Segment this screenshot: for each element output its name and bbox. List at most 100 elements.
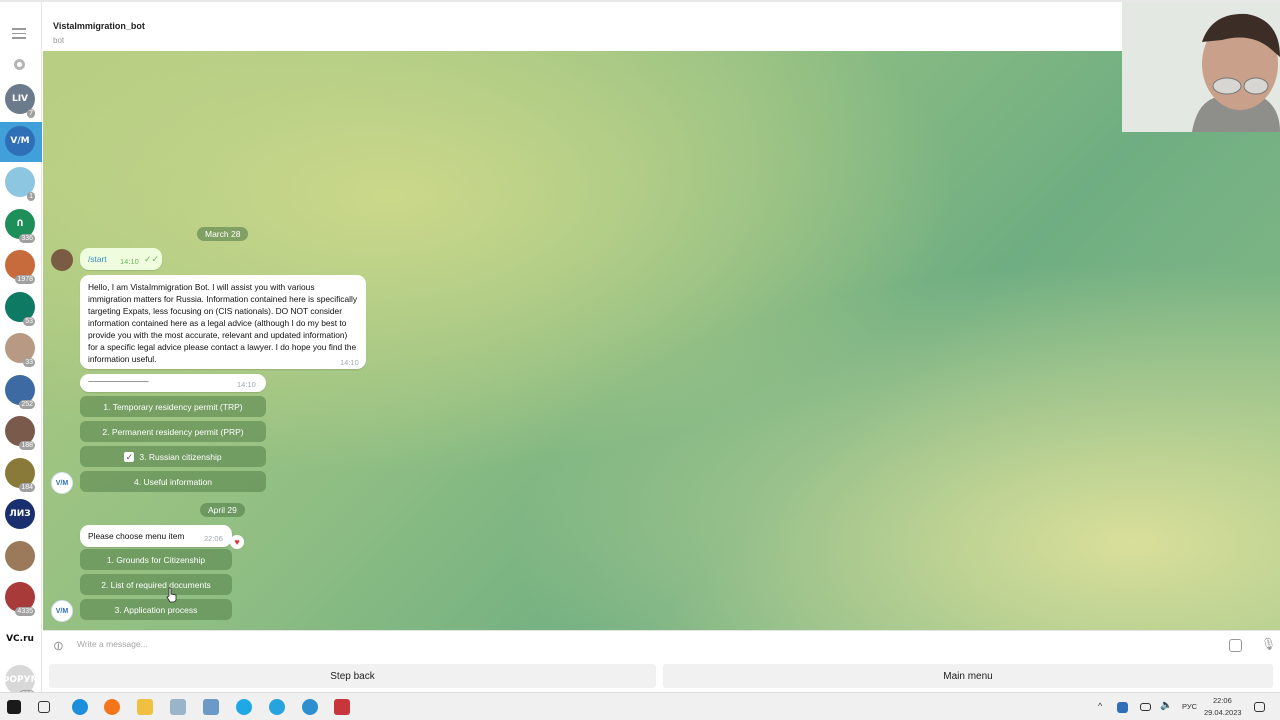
- menu-button-documents[interactable]: 2. List of required documents: [80, 574, 232, 595]
- welcome-message[interactable]: Hello, I am VistaImmigration Bot. I will…: [80, 275, 366, 369]
- chat-avatar: [5, 540, 35, 571]
- sidebar-chat-4[interactable]: Ո 336: [0, 205, 42, 245]
- sidebar-chat-8[interactable]: 252: [0, 371, 42, 411]
- bot-avatar[interactable]: V/M: [51, 472, 73, 494]
- sidebar-chat-1[interactable]: LIV 7: [0, 80, 42, 120]
- menu-button-label: 2. List of required documents: [101, 579, 211, 590]
- reply-keyboard: Step back Main menu: [43, 660, 1280, 692]
- menu-button-label: 1. Grounds for Citizenship: [106, 554, 206, 565]
- app-icon[interactable]: [170, 699, 186, 715]
- chat-area[interactable]: March 28 /start 14:10 ✓✓ Hello, I am Vis…: [43, 51, 1280, 630]
- message-time: 22:06: [204, 534, 223, 543]
- tray-date[interactable]: 29.04.2023: [1204, 708, 1242, 717]
- sidebar-chat-7[interactable]: 33: [0, 329, 42, 369]
- message-time: 14:10: [340, 358, 359, 367]
- menu-button-application[interactable]: 3. Application process: [80, 599, 232, 620]
- attach-paperclip-icon[interactable]: ⊘: [49, 636, 68, 655]
- sidebar-chat-12[interactable]: [0, 537, 42, 577]
- menu-button-label: 3. Russian citizenship: [139, 451, 222, 462]
- choose-menu-message[interactable]: Please choose menu item 22:06: [80, 525, 232, 547]
- menu-button-citizenship[interactable]: ✓ 3. Russian citizenship: [80, 446, 266, 467]
- unread-badge: 1: [27, 192, 35, 201]
- windows-start-icon[interactable]: [7, 700, 21, 714]
- chat-subtitle: bot: [53, 36, 65, 45]
- message-time: 14:10: [120, 257, 139, 266]
- battery-icon[interactable]: [1140, 703, 1151, 711]
- divider-message[interactable]: ----------------------------------------…: [80, 374, 266, 392]
- menu-button-label: 4. Useful information: [134, 476, 212, 487]
- tray-app-icon[interactable]: [1117, 702, 1128, 713]
- bot-keyboard-toggle-icon[interactable]: [1229, 639, 1242, 652]
- step-back-button[interactable]: Step back: [49, 664, 656, 688]
- unread-badge: 252: [19, 399, 35, 409]
- hamburger-menu-icon[interactable]: [12, 28, 26, 39]
- mouse-cursor-icon: [166, 587, 177, 603]
- sidebar-chat-11[interactable]: ЛИЗ: [0, 495, 42, 535]
- chat-avatar: V/M: [5, 125, 35, 156]
- choose-menu-text: Please choose menu item: [88, 531, 185, 541]
- recorder-icon[interactable]: [334, 699, 350, 715]
- telegram-active-icon[interactable]: [302, 699, 318, 715]
- sidebar-chat-vistaimmigration[interactable]: V/M: [0, 121, 42, 162]
- menu-button-label: 1. Temporary residency permit (TRP): [103, 401, 243, 412]
- firefox-icon[interactable]: [104, 699, 120, 715]
- volume-icon[interactable]: 🔈: [1160, 700, 1172, 711]
- sidebar-chat-5[interactable]: 1978: [0, 246, 42, 286]
- user-avatar[interactable]: [51, 249, 73, 271]
- telegram-icon[interactable]: [269, 699, 285, 715]
- sidebar-chat-6[interactable]: 53: [0, 288, 42, 328]
- divider-text: ----------------------------------------…: [88, 379, 149, 385]
- menu-button-trp[interactable]: 1. Temporary residency permit (TRP): [80, 396, 266, 417]
- sidebar-chat-vcru[interactable]: VC.ru: [0, 620, 42, 660]
- microphone-icon[interactable]: 🎙: [1261, 637, 1276, 651]
- notifications-icon[interactable]: [1254, 702, 1265, 712]
- menu-button-grounds[interactable]: 1. Grounds for Citizenship: [80, 549, 232, 570]
- message-composer[interactable]: ⊘ Write a message... 🎙: [43, 630, 1280, 660]
- unread-badge: 33: [23, 358, 35, 367]
- unread-badge: 184: [19, 482, 35, 492]
- archive-icon[interactable]: [14, 59, 25, 70]
- chat-list-sidebar: LIV 7 V/M 1 Ո 336 1978 53 33 252 188 184 ЛИЗ 4335 VC.r…: [0, 2, 42, 699]
- person-webcam-image: [1122, 2, 1280, 132]
- chat-avatar: ЛИЗ: [5, 499, 35, 529]
- heart-reaction-icon[interactable]: ♥: [230, 535, 244, 549]
- checkmark-icon: ✓: [124, 451, 135, 462]
- sidebar-chat-13[interactable]: 4335: [0, 578, 42, 618]
- main-menu-label: Main menu: [943, 670, 993, 682]
- unread-badge: 7: [27, 109, 35, 118]
- unread-badge: 4335: [15, 607, 35, 616]
- start-command-text[interactable]: /start: [88, 253, 107, 265]
- task-view-icon[interactable]: [38, 701, 50, 713]
- edge-browser-icon[interactable]: [72, 699, 88, 715]
- bot-avatar[interactable]: V/M: [51, 600, 73, 622]
- tray-time[interactable]: 22:06: [1213, 696, 1232, 705]
- menu-button-prp[interactable]: 2. Permanent residency permit (PRP): [80, 421, 266, 442]
- windows-taskbar: ^ 🔈 РУС 22:06 29.04.2023: [0, 692, 1280, 720]
- tray-chevron-icon[interactable]: ^: [1098, 701, 1102, 711]
- file-explorer-icon[interactable]: [137, 699, 153, 715]
- chat-header[interactable]: VistaImmigration_bot bot: [43, 2, 1122, 51]
- skype-icon[interactable]: [236, 699, 252, 715]
- start-command-message[interactable]: /start 14:10 ✓✓: [80, 248, 162, 270]
- unread-badge: 1978: [15, 275, 35, 284]
- date-separator: March 28: [197, 227, 249, 241]
- message-input[interactable]: Write a message...: [77, 639, 148, 649]
- sidebar-chat-3[interactable]: 1: [0, 163, 42, 203]
- step-back-label: Step back: [330, 670, 375, 682]
- app-icon-2[interactable]: [203, 699, 219, 715]
- menu-button-label: 2. Permanent residency permit (PRP): [102, 426, 244, 437]
- unread-badge: 188: [19, 441, 35, 450]
- read-checkmarks-icon: ✓✓: [144, 254, 160, 264]
- sidebar-chat-9[interactable]: 188: [0, 412, 42, 452]
- sidebar-chat-10[interactable]: 184: [0, 454, 42, 494]
- webcam-overlay: [1122, 2, 1280, 132]
- unread-badge: 53: [23, 316, 35, 326]
- chat-title: VistaImmigration_bot: [53, 21, 145, 31]
- chat-avatar: VC.ru: [5, 623, 35, 654]
- menu-button-useful-info[interactable]: 4. Useful information: [80, 471, 266, 492]
- menu-button-label: 3. Application process: [114, 604, 198, 615]
- language-indicator[interactable]: РУС: [1182, 702, 1197, 711]
- date-separator: April 29: [200, 503, 245, 517]
- unread-badge: 336: [19, 233, 35, 243]
- main-menu-button[interactable]: Main menu: [663, 664, 1273, 688]
